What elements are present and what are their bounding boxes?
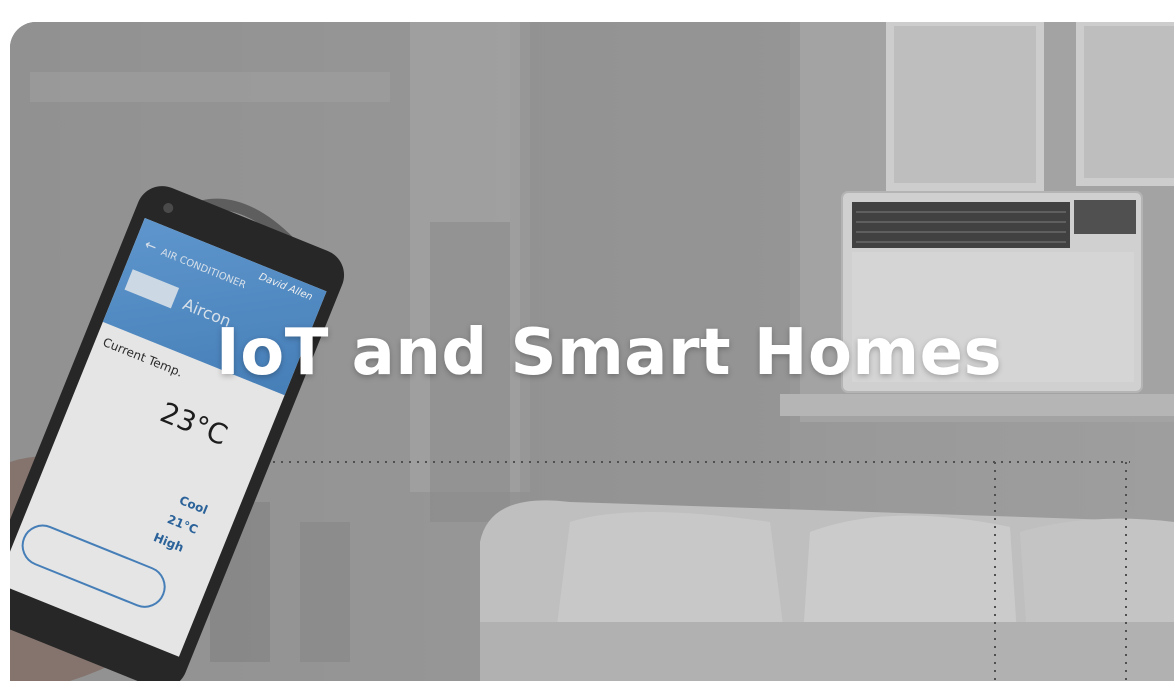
hero-title: IoT and Smart Homes <box>215 316 1003 390</box>
hero-card: ← AIR CONDITIONER David Allen Aircon Cur… <box>10 22 1174 681</box>
